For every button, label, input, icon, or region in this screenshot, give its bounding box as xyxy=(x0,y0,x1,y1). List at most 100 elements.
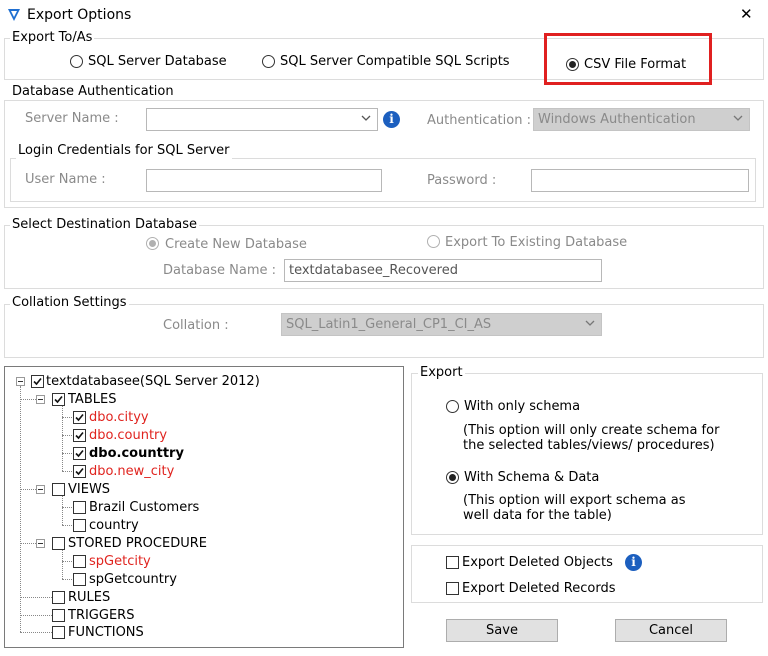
close-icon[interactable]: ✕ xyxy=(740,6,753,22)
password-field[interactable] xyxy=(531,169,749,192)
collapse-icon[interactable] xyxy=(36,539,45,548)
view-item-label[interactable]: country xyxy=(89,518,139,534)
authentication-dropdown[interactable]: Windows Authentication xyxy=(533,108,750,131)
user-name-field[interactable] xyxy=(146,169,382,192)
auth-legend: Database Authentication xyxy=(10,84,176,100)
app-icon xyxy=(6,7,22,23)
tree-root-label[interactable]: textdatabasee(SQL Server 2012) xyxy=(46,374,260,390)
export-existing-database-label[interactable]: Export To Existing Database xyxy=(445,235,627,251)
export-existing-database-radio[interactable] xyxy=(427,235,440,248)
sql-server-database-radio[interactable] xyxy=(70,55,83,68)
export-to-legend: Export To/As xyxy=(10,30,95,46)
export-mode-legend: Export xyxy=(418,365,465,381)
schema-only-radio[interactable] xyxy=(446,400,459,413)
view-item-checkbox[interactable] xyxy=(73,501,86,514)
schema-and-data-label[interactable]: With Schema & Data xyxy=(464,470,599,486)
export-deleted-records-checkbox[interactable] xyxy=(446,582,459,595)
view-item-label[interactable]: Brazil Customers xyxy=(89,500,199,516)
tree-connector xyxy=(62,549,63,579)
table-item-checkbox[interactable] xyxy=(73,429,86,442)
table-item-checkbox[interactable] xyxy=(73,465,86,478)
tree-connector xyxy=(62,435,72,436)
export-deleted-objects-checkbox[interactable] xyxy=(446,556,459,569)
schema-and-data-radio[interactable] xyxy=(446,471,459,484)
save-button[interactable]: Save xyxy=(446,619,558,642)
tree-connector xyxy=(62,417,72,418)
proc-item-label[interactable]: spGetcity xyxy=(89,554,151,570)
collation-value: SQL_Latin1_General_CP1_CI_AS xyxy=(286,317,492,332)
table-item-label[interactable]: dbo.new_city xyxy=(89,464,174,480)
destination-legend: Select Destination Database xyxy=(10,217,199,233)
triggers-checkbox[interactable] xyxy=(52,609,65,622)
tables-node-label[interactable]: TABLES xyxy=(68,392,116,408)
tree-connector xyxy=(62,507,72,508)
functions-checkbox[interactable] xyxy=(52,626,65,639)
chevron-down-icon xyxy=(585,320,595,326)
authentication-value: Windows Authentication xyxy=(538,112,696,127)
table-item-label[interactable]: dbo.counttry xyxy=(89,446,184,462)
export-deleted-objects-label[interactable]: Export Deleted Objects xyxy=(462,555,613,571)
collation-label: Collation : xyxy=(163,318,229,333)
schema-only-label[interactable]: With only schema xyxy=(464,399,580,415)
triggers-node-label[interactable]: TRIGGERS xyxy=(68,608,134,624)
rules-checkbox[interactable] xyxy=(52,591,65,604)
tree-connector xyxy=(62,495,63,525)
collapse-icon[interactable] xyxy=(16,377,25,386)
collation-legend: Collation Settings xyxy=(10,295,129,311)
csv-label[interactable]: CSV File Format xyxy=(584,57,686,73)
proc-item-checkbox[interactable] xyxy=(73,573,86,586)
tree-connector xyxy=(62,453,72,454)
tree-connector xyxy=(20,597,52,598)
server-name-dropdown[interactable] xyxy=(146,108,378,131)
tree-connector xyxy=(20,386,21,632)
procs-checkbox[interactable] xyxy=(52,537,65,550)
schema-only-description: the selected tables/views/ procedures) xyxy=(463,438,715,453)
tree-connector xyxy=(62,561,72,562)
sql-scripts-label[interactable]: SQL Server Compatible SQL Scripts xyxy=(280,54,510,70)
export-deleted-records-label[interactable]: Export Deleted Records xyxy=(462,581,615,597)
server-name-label: Server Name : xyxy=(25,111,119,126)
chevron-down-icon xyxy=(733,115,743,121)
proc-item-checkbox[interactable] xyxy=(73,555,86,568)
rules-node-label[interactable]: RULES xyxy=(68,590,110,606)
table-item-label[interactable]: dbo.cityy xyxy=(89,410,149,426)
collation-dropdown[interactable]: SQL_Latin1_General_CP1_CI_AS xyxy=(281,313,602,336)
table-item-label[interactable]: dbo.country xyxy=(89,428,167,444)
tree-connector xyxy=(20,632,52,633)
proc-item-label[interactable]: spGetcountry xyxy=(89,572,177,588)
collapse-icon[interactable] xyxy=(36,395,45,404)
tree-connector xyxy=(62,525,72,526)
table-item-checkbox[interactable] xyxy=(73,411,86,424)
views-checkbox[interactable] xyxy=(52,483,65,496)
tree-connector xyxy=(20,615,52,616)
info-icon[interactable]: i xyxy=(383,111,400,128)
database-name-field[interactable]: textdatabasee_Recovered xyxy=(284,259,602,282)
csv-radio[interactable] xyxy=(566,58,579,71)
root-checkbox[interactable] xyxy=(31,375,44,388)
view-item-checkbox[interactable] xyxy=(73,519,86,532)
database-name-label: Database Name : xyxy=(163,263,277,278)
window-title: Export Options xyxy=(27,7,132,23)
procs-node-label[interactable]: STORED PROCEDURE xyxy=(68,536,207,552)
tree-connector xyxy=(62,579,72,580)
chevron-down-icon xyxy=(361,115,371,121)
authentication-label: Authentication : xyxy=(427,113,531,128)
password-label: Password : xyxy=(427,173,497,188)
sql-server-database-label[interactable]: SQL Server Database xyxy=(88,54,227,70)
table-item-checkbox[interactable] xyxy=(73,447,86,460)
user-name-label: User Name : xyxy=(25,172,106,187)
create-new-database-label[interactable]: Create New Database xyxy=(165,237,307,253)
views-node-label[interactable]: VIEWS xyxy=(68,482,110,498)
tables-checkbox[interactable] xyxy=(52,393,65,406)
tree-connector xyxy=(62,405,63,471)
cancel-button[interactable]: Cancel xyxy=(615,619,727,642)
schema-and-data-description: well data for the table) xyxy=(463,508,612,523)
create-new-database-radio[interactable] xyxy=(146,237,159,250)
tree-connector xyxy=(62,471,72,472)
collapse-icon[interactable] xyxy=(36,485,45,494)
schema-and-data-description: (This option will export schema as xyxy=(463,493,686,508)
sql-scripts-radio[interactable] xyxy=(262,55,275,68)
info-icon[interactable]: i xyxy=(625,554,642,571)
functions-node-label[interactable]: FUNCTIONS xyxy=(68,625,144,641)
schema-only-description: (This option will only create schema for xyxy=(463,423,720,438)
